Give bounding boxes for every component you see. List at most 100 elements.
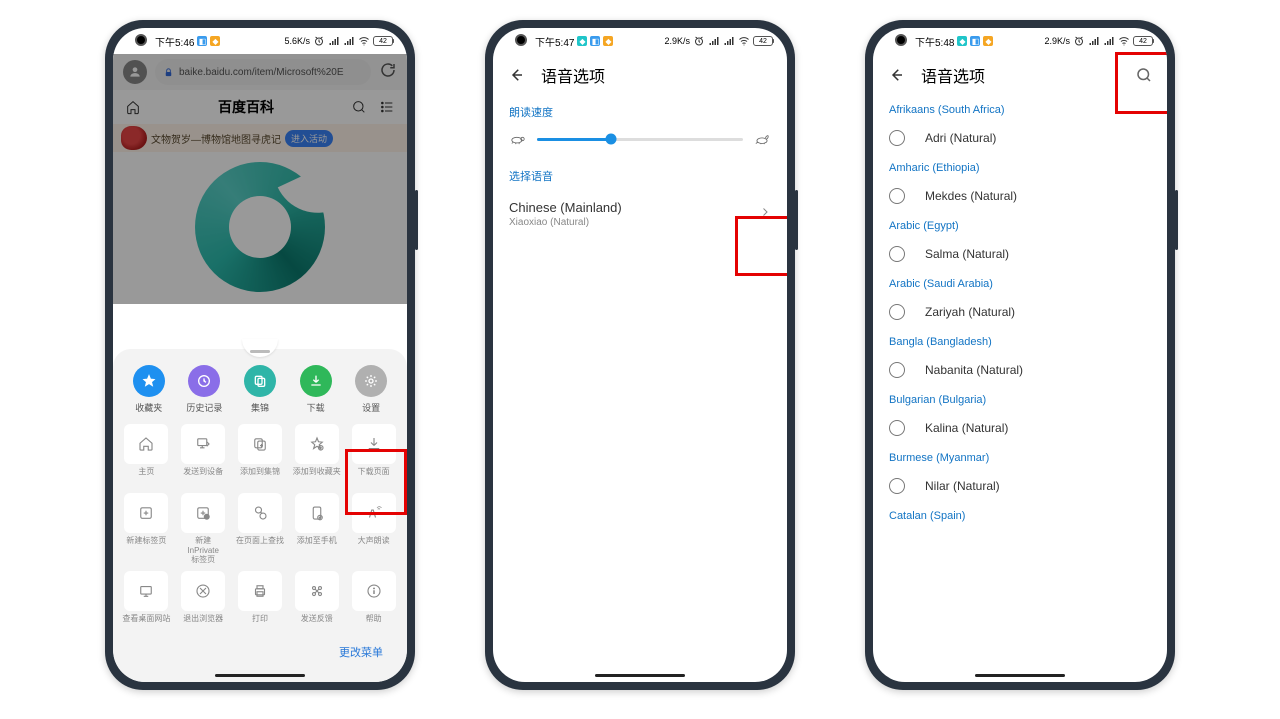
tool-icon — [295, 424, 339, 464]
battery-icon: 42 — [1133, 36, 1153, 46]
quick-label: 设置 — [362, 401, 380, 414]
refresh-button[interactable] — [379, 61, 397, 84]
banner-button[interactable]: 进入活动 — [285, 130, 333, 147]
tool-label: 退出浏览器 — [183, 614, 223, 634]
speed-slider[interactable] — [493, 124, 787, 160]
app-indicator-icon: ◆ — [603, 36, 613, 46]
signal-icon — [1103, 35, 1115, 47]
bottom-sheet-menu: 收藏夹 历史记录 集锦 下载 设置 主页发 — [113, 349, 407, 682]
edge-logo-icon — [195, 162, 325, 292]
alarm-icon — [1073, 35, 1085, 47]
quick-label: 收藏夹 — [135, 401, 162, 414]
download-icon — [300, 365, 332, 397]
battery-icon: 42 — [753, 36, 773, 46]
voice-option[interactable]: Kalina (Natural) — [873, 412, 1167, 444]
signal-icon — [343, 35, 355, 47]
app-header: 语音选项 — [873, 54, 1167, 96]
tool-打印[interactable]: 打印 — [235, 571, 286, 634]
home-icon[interactable] — [125, 99, 141, 115]
tool-大声朗读[interactable]: 大声朗读 — [348, 493, 399, 565]
lang-group-header: Burmese (Myanmar) — [873, 444, 1167, 470]
page-title: 语音选项 — [541, 63, 605, 87]
tool-label: 帮助 — [366, 614, 382, 634]
tool-添加到收藏夹[interactable]: 添加到收藏夹 — [291, 424, 342, 487]
menu-icon[interactable] — [379, 99, 395, 115]
wifi-icon — [738, 35, 750, 47]
voice-option[interactable]: Salma (Natural) — [873, 238, 1167, 270]
quick-history[interactable]: 历史记录 — [179, 365, 229, 414]
search-icon[interactable] — [1135, 66, 1153, 84]
page-header: 百度百科 — [113, 90, 407, 124]
quick-favorites[interactable]: 收藏夹 — [124, 365, 174, 414]
tool-icon — [124, 571, 168, 611]
url-field[interactable]: baike.baidu.com/item/Microsoft%20E — [155, 59, 371, 85]
tool-发送反馈[interactable]: 发送反馈 — [291, 571, 342, 634]
signal-icon — [1088, 35, 1100, 47]
voice-option[interactable]: Nilar (Natural) — [873, 470, 1167, 502]
tool-主页[interactable]: 主页 — [121, 424, 172, 487]
tool-添加至手机[interactable]: 添加至手机 — [291, 493, 342, 565]
tool-icon — [295, 571, 339, 611]
search-icon[interactable] — [351, 99, 367, 115]
tool-查看桌面网站[interactable]: 查看桌面网站 — [121, 571, 172, 634]
voice-option[interactable]: Mekdes (Natural) — [873, 180, 1167, 212]
article-hero — [113, 152, 407, 302]
quick-downloads[interactable]: 下载 — [291, 365, 341, 414]
tool-在页面上查找[interactable]: 在页面上查找 — [235, 493, 286, 565]
voice-list[interactable]: Afrikaans (South Africa)Adri (Natural)Am… — [873, 96, 1167, 682]
url-text: baike.baidu.com/item/Microsoft%20E — [179, 67, 344, 78]
profile-avatar[interactable] — [123, 60, 147, 84]
tool-label: 在页面上查找 — [236, 536, 284, 556]
battery-icon: 42 — [373, 36, 393, 46]
back-icon[interactable] — [887, 66, 905, 84]
app-indicator-icon: ◧ — [197, 36, 207, 46]
lang-group-header: Amharic (Ethiopia) — [873, 154, 1167, 180]
tool-添加到集锦[interactable]: 添加到集锦 — [235, 424, 286, 487]
tool-label: 发送到设备 — [183, 467, 223, 487]
quick-collections[interactable]: 集锦 — [235, 365, 285, 414]
lock-icon — [163, 67, 174, 78]
tool-label: 添加至手机 — [297, 536, 337, 556]
quick-label: 集锦 — [251, 401, 269, 414]
promo-banner[interactable]: 文物贺岁—博物馆地图寻虎记 进入活动 — [113, 124, 407, 152]
alarm-icon — [313, 35, 325, 47]
clock: 下午5:47 — [535, 34, 574, 49]
star-icon — [133, 365, 165, 397]
tool-下载页面[interactable]: 下载页面 — [348, 424, 399, 487]
radio-icon — [889, 478, 905, 494]
tool-新建InPrivate标签页[interactable]: 新建InPrivate标签页 — [178, 493, 229, 565]
url-bar: baike.baidu.com/item/Microsoft%20E — [113, 54, 407, 90]
tool-帮助[interactable]: 帮助 — [348, 571, 399, 634]
app-indicator-icon: ◆ — [983, 36, 993, 46]
rabbit-icon — [753, 132, 771, 146]
quick-settings[interactable]: 设置 — [346, 365, 396, 414]
tool-发送到设备[interactable]: 发送到设备 — [178, 424, 229, 487]
slider-track[interactable] — [537, 138, 743, 141]
radio-icon — [889, 362, 905, 378]
home-indicator[interactable] — [215, 674, 305, 677]
alarm-icon — [693, 35, 705, 47]
tool-icon — [352, 424, 396, 464]
slider-thumb[interactable] — [606, 134, 617, 145]
voice-option[interactable]: Nabanita (Natural) — [873, 354, 1167, 386]
history-icon — [188, 365, 220, 397]
voice-option-label: Nabanita (Natural) — [925, 363, 1023, 377]
change-menu-link[interactable]: 更改菜单 — [121, 634, 399, 660]
tool-icon — [295, 493, 339, 533]
lang-group-header: Catalan (Spain) — [873, 502, 1167, 528]
back-icon[interactable] — [507, 66, 525, 84]
sheet-handle[interactable] — [242, 339, 278, 357]
tool-label: 大声朗读 — [358, 536, 390, 556]
voice-selector[interactable]: Chinese (Mainland) Xiaoxiao (Natural) — [493, 188, 787, 240]
home-indicator[interactable] — [595, 674, 685, 677]
app-indicator-icon: ◧ — [970, 36, 980, 46]
tool-label: 新建标签页 — [126, 536, 166, 556]
slider-fill — [537, 138, 611, 141]
voice-option[interactable]: Adri (Natural) — [873, 122, 1167, 154]
signal-icon — [708, 35, 720, 47]
home-indicator[interactable] — [975, 674, 1065, 677]
voice-option[interactable]: Zariyah (Natural) — [873, 296, 1167, 328]
tool-新建标签页[interactable]: 新建标签页 — [121, 493, 172, 565]
tool-退出浏览器[interactable]: 退出浏览器 — [178, 571, 229, 634]
tool-icon — [238, 571, 282, 611]
